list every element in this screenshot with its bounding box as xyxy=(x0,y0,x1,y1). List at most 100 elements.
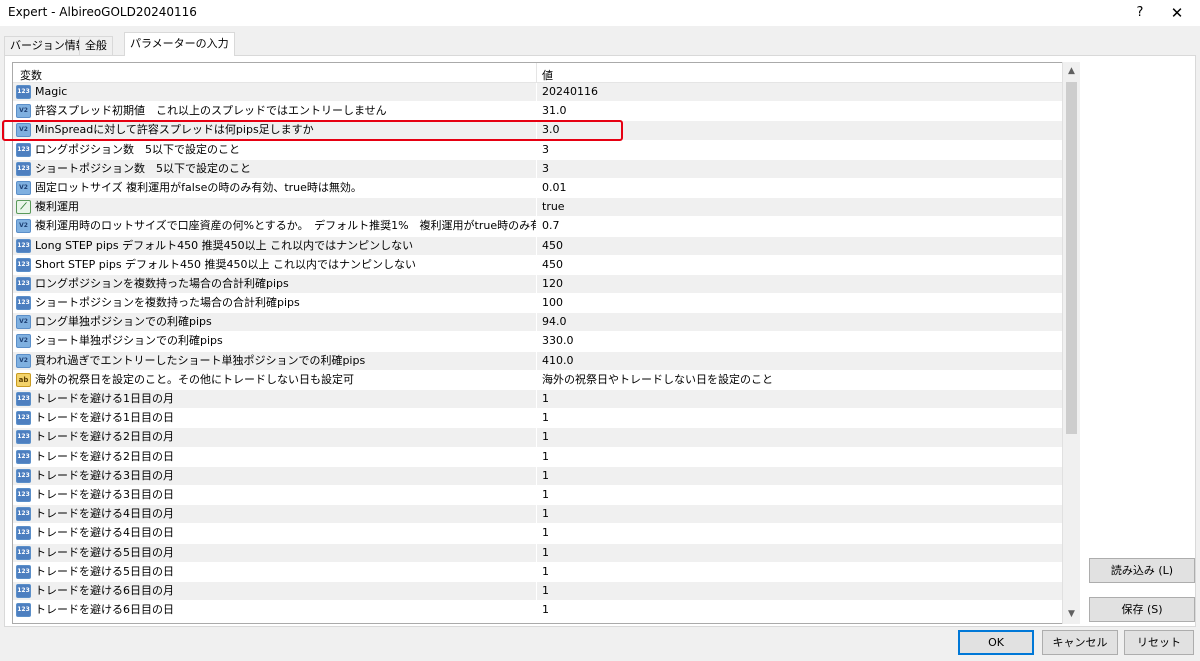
parameter-value[interactable]: 1 xyxy=(536,485,1063,505)
table-row[interactable]: 123 ショートポジションを複数持った場合の合計利確pips 100 xyxy=(13,294,1063,314)
parameter-name: ab 海外の祝祭日を設定のこと。その他にトレードしない日も設定可 xyxy=(13,371,536,390)
table-row[interactable]: V2 ロング単独ポジションでの利確pips 94.0 xyxy=(13,313,1063,333)
parameter-value[interactable]: 1 xyxy=(536,447,1063,467)
table-row[interactable]: 123 トレードを避ける6日目の日 1 xyxy=(13,601,1063,621)
table-row[interactable]: ⟋ 複利運用 true xyxy=(13,198,1063,218)
int-type-icon: 123 xyxy=(16,545,31,560)
close-icon[interactable]: ✕ xyxy=(1163,3,1191,23)
dbl-type-icon: V2 xyxy=(16,353,31,368)
column-header-variable[interactable]: 変数 xyxy=(20,67,42,83)
table-row[interactable]: 123 ショートポジション数 5以下で設定のこと 3 xyxy=(13,159,1063,179)
parameter-value[interactable]: 海外の祝祭日やトレードしない日を設定のこと xyxy=(536,370,1063,390)
parameter-value[interactable]: 94.0 xyxy=(536,313,1063,333)
parameter-name-text: ロング単独ポジションでの利確pips xyxy=(35,315,212,329)
parameter-grid: 変数 値 123 Magic 20240116 V2 許容スプレッド初期値 これ以上のス… xyxy=(12,62,1080,624)
parameter-name: V2 許容スプレッド初期値 これ以上のスプレッドではエントリーしません xyxy=(13,102,536,121)
parameter-value[interactable]: 1 xyxy=(536,390,1063,409)
parameter-value[interactable]: 1 xyxy=(536,409,1063,429)
vertical-scrollbar[interactable]: ▲ ▼ xyxy=(1062,62,1080,624)
table-row[interactable]: 123 Long STEP pips デフォルト450 推奨450以上 これ以内で… xyxy=(13,236,1063,256)
int-type-icon: 123 xyxy=(16,257,31,272)
reset-button[interactable]: リセット xyxy=(1124,630,1194,655)
parameter-name-text: 複利運用 xyxy=(35,200,79,214)
table-row[interactable]: V2 複利運用時のロットサイズで口座資産の何%とするか。 デフォルト推奨1% 複利… xyxy=(13,217,1063,237)
parameter-value[interactable]: 1 xyxy=(536,466,1063,486)
parameter-name-text: トレードを避ける5日目の月 xyxy=(35,545,174,559)
table-row[interactable]: 123 トレードを避ける3日目の日 1 xyxy=(13,485,1063,506)
bool-type-icon: ⟋ xyxy=(16,200,31,215)
column-header-value[interactable]: 値 xyxy=(542,67,553,83)
parameter-value[interactable]: 1 xyxy=(536,562,1063,582)
table-row[interactable]: 123 トレードを避ける6日目の月 1 xyxy=(13,581,1063,602)
grid-header: 変数 値 xyxy=(13,63,1063,83)
table-row[interactable]: V2 ショート単独ポジションでの利確pips 330.0 xyxy=(13,332,1063,352)
scroll-thumb[interactable] xyxy=(1066,82,1077,434)
parameter-value[interactable]: 1 xyxy=(536,524,1063,544)
parameter-value[interactable]: true xyxy=(536,198,1063,218)
parameter-value[interactable]: 450 xyxy=(536,236,1063,256)
help-icon[interactable]: ? xyxy=(1128,3,1152,23)
table-row[interactable]: 123 トレードを避ける1日目の日 1 xyxy=(13,409,1063,429)
table-row[interactable]: 123 トレードを避ける5日目の月 1 xyxy=(13,543,1063,563)
parameter-name-text: ショート単独ポジションでの利確pips xyxy=(35,334,223,348)
parameter-value[interactable]: 31.0 xyxy=(536,102,1063,122)
parameter-name-text: トレードを避ける2日目の月 xyxy=(35,430,174,444)
table-row[interactable]: V2 固定ロットサイズ 複利運用がfalseの時のみ有効、true時は無効。 0.0… xyxy=(13,178,1063,199)
parameter-value[interactable]: 20240116 xyxy=(536,83,1063,102)
cancel-button[interactable]: キャンセル xyxy=(1042,630,1118,655)
parameter-name-text: トレードを避ける3日目の月 xyxy=(35,468,174,482)
table-row[interactable]: ab 海外の祝祭日を設定のこと。その他にトレードしない日も設定可 海外の祝祭日やトレ… xyxy=(13,370,1063,390)
parameter-name-text: Magic xyxy=(35,85,68,98)
table-row[interactable]: 123 トレードを避ける1日目の月 1 xyxy=(13,390,1063,410)
parameter-value[interactable]: 450 xyxy=(536,255,1063,275)
scroll-up-icon[interactable]: ▲ xyxy=(1063,63,1080,80)
table-row[interactable]: 123 Short STEP pips デフォルト450 推奨450以上 これ以内… xyxy=(13,255,1063,275)
parameter-value[interactable]: 1 xyxy=(536,428,1063,448)
table-row[interactable]: 123 トレードを避ける4日目の月 1 xyxy=(13,505,1063,525)
parameter-name: 123 Magic xyxy=(13,83,536,102)
parameter-name-text: Short STEP pips デフォルト450 推奨450以上 これ以内ではナ… xyxy=(35,257,417,271)
parameter-value[interactable]: 330.0 xyxy=(536,332,1063,352)
parameter-value[interactable]: 1 xyxy=(536,601,1063,621)
parameter-name: 123 トレードを避ける6日目の月 xyxy=(13,582,536,601)
parameter-name: 123 ロングポジションを複数持った場合の合計利確pips xyxy=(13,275,536,294)
dbl-type-icon: V2 xyxy=(16,315,31,330)
red-highlight-box xyxy=(2,120,623,141)
table-row[interactable]: 123 ロングポジション数 5以下で設定のこと 3 xyxy=(13,140,1063,160)
parameter-value[interactable]: 120 xyxy=(536,274,1063,294)
tab-input-parameters[interactable]: パラメーターの入力 xyxy=(124,32,235,56)
parameter-name: V2 複利運用時のロットサイズで口座資産の何%とするか。 デフォルト推奨1% 複利… xyxy=(13,217,536,236)
parameter-value[interactable]: 3 xyxy=(536,159,1063,179)
table-row[interactable]: 123 トレードを避ける3日目の月 1 xyxy=(13,466,1063,486)
table-row[interactable]: 123 ロングポジションを複数持った場合の合計利確pips 120 xyxy=(13,274,1063,295)
table-row[interactable]: 123 Magic 20240116 xyxy=(13,83,1063,103)
parameter-value[interactable]: 410.0 xyxy=(536,351,1063,371)
parameter-name: V2 固定ロットサイズ 複利運用がfalseの時のみ有効、true時は無効。 xyxy=(13,179,536,198)
table-row[interactable]: 123 トレードを避ける2日目の月 1 xyxy=(13,428,1063,448)
parameter-name: 123 トレードを避ける2日目の月 xyxy=(13,428,536,447)
parameter-value[interactable]: 0.7 xyxy=(536,217,1063,237)
parameter-name: 123 Long STEP pips デフォルト450 推奨450以上 これ以内で… xyxy=(13,237,536,256)
parameter-value[interactable]: 1 xyxy=(536,505,1063,525)
parameter-name: 123 ショートポジションを複数持った場合の合計利確pips xyxy=(13,294,536,313)
ok-button[interactable]: OK xyxy=(958,630,1034,655)
parameter-name: 123 トレードを避ける6日目の日 xyxy=(13,601,536,620)
parameter-value[interactable]: 1 xyxy=(536,543,1063,563)
str-type-icon: ab xyxy=(16,372,31,387)
tab-general[interactable]: 全般 xyxy=(79,36,113,56)
parameter-value[interactable]: 0.01 xyxy=(536,178,1063,198)
parameter-value[interactable]: 100 xyxy=(536,294,1063,314)
column-divider[interactable] xyxy=(536,63,537,83)
table-row[interactable]: 123 トレードを避ける4日目の日 1 xyxy=(13,524,1063,544)
table-row[interactable]: 123 トレードを避ける5日目の日 1 xyxy=(13,562,1063,582)
table-row[interactable]: V2 許容スプレッド初期値 これ以上のスプレッドではエントリーしません 31.0 xyxy=(13,102,1063,122)
parameter-name-text: 固定ロットサイズ 複利運用がfalseの時のみ有効、true時は無効。 xyxy=(35,180,362,194)
scroll-down-icon[interactable]: ▼ xyxy=(1063,606,1080,623)
parameter-value[interactable]: 3 xyxy=(536,140,1063,160)
table-row[interactable]: 123 トレードを避ける2日目の日 1 xyxy=(13,447,1063,467)
table-row[interactable]: V2 買われ過ぎでエントリーしたショート単独ポジションでの利確pips 410.0 xyxy=(13,351,1063,371)
parameter-name: 123 トレードを避ける4日目の日 xyxy=(13,524,536,543)
save-button[interactable]: 保存 (S) xyxy=(1089,597,1195,622)
parameter-value[interactable]: 1 xyxy=(536,581,1063,601)
load-button[interactable]: 読み込み (L) xyxy=(1089,558,1195,583)
